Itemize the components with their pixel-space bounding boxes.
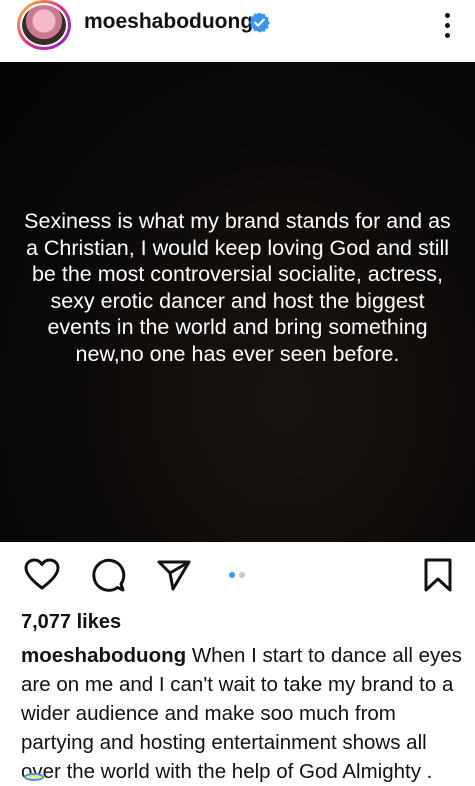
heart-icon <box>24 558 60 590</box>
post-caption: moeshaboduong When I start to dance all … <box>21 641 465 786</box>
post-image[interactable]: Sexiness is what my brand stands for and… <box>0 62 475 542</box>
send-icon <box>157 560 191 591</box>
share-button[interactable] <box>152 553 196 597</box>
carousel-dot <box>239 572 245 578</box>
carousel-indicator <box>229 572 245 578</box>
verified-badge-icon <box>249 12 270 33</box>
post-header: moeshaboduong <box>0 0 475 62</box>
like-button[interactable] <box>20 553 64 597</box>
more-vertical-icon <box>444 12 450 18</box>
post-username[interactable]: moeshaboduong <box>84 10 253 34</box>
avatar[interactable] <box>20 3 68 47</box>
comment-icon <box>92 558 126 592</box>
save-button[interactable] <box>416 553 460 597</box>
more-options-button[interactable] <box>432 8 462 42</box>
bookmark-icon <box>424 558 452 592</box>
carousel-dot <box>229 572 235 578</box>
comment-button[interactable] <box>86 553 130 597</box>
caption-username[interactable]: moeshaboduong <box>21 644 186 667</box>
avatar-story-ring[interactable] <box>17 0 71 50</box>
post-image-text: Sexiness is what my brand stands for and… <box>24 209 451 366</box>
emoji-halo-icon <box>24 773 44 781</box>
likes-count[interactable]: 7,077 likes <box>21 611 121 634</box>
